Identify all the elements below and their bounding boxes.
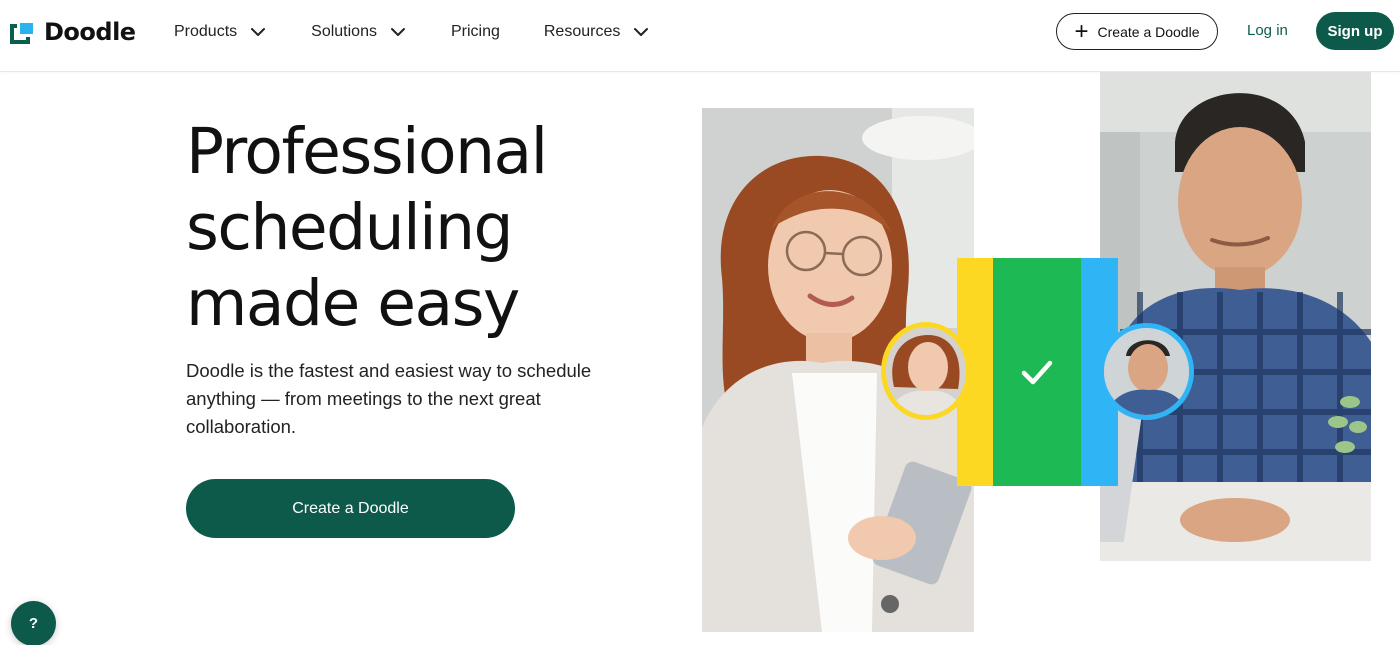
nav-solutions[interactable]: Solutions — [311, 23, 407, 41]
man-avatar — [1099, 323, 1194, 420]
nav-products-label: Products — [174, 23, 238, 40]
chevron-down-icon — [390, 28, 405, 36]
hero-headline: Professional scheduling made easy — [186, 114, 646, 342]
help-button[interactable]: ? — [11, 601, 56, 645]
login-link[interactable]: Log in — [1247, 22, 1288, 39]
logo-text: Doodle — [44, 18, 136, 46]
site-header: Doodle Products Solutions Pricing Resour… — [0, 0, 1400, 72]
chevron-down-icon — [634, 28, 649, 36]
headline-line-2: scheduling — [186, 191, 514, 264]
nav-products[interactable]: Products — [174, 23, 267, 41]
create-doodle-header-label: Create a Doodle — [1097, 23, 1200, 40]
hero-subtext: Doodle is the fastest and easiest way to… — [186, 360, 592, 437]
create-doodle-header-button[interactable]: + Create a Doodle — [1056, 13, 1218, 50]
plus-icon: + — [1074, 17, 1089, 45]
headline-line-1: Professional — [186, 115, 548, 188]
doodle-logo[interactable]: Doodle — [10, 18, 136, 46]
doodle-logo-icon — [10, 20, 36, 44]
man-photo — [1100, 72, 1371, 561]
headline-line-3: made easy — [186, 267, 520, 340]
green-bar — [993, 258, 1081, 486]
nav-pricing[interactable]: Pricing — [451, 23, 500, 41]
nav-resources-label: Resources — [543, 23, 621, 40]
signup-button[interactable]: Sign up — [1316, 12, 1394, 50]
nav-pricing-label: Pricing — [450, 23, 500, 40]
create-doodle-cta-button[interactable]: Create a Doodle — [186, 479, 515, 538]
main-nav: Products Solutions Pricing Resources — [174, 0, 694, 64]
chevron-down-icon — [251, 28, 266, 36]
woman-avatar — [881, 322, 971, 420]
nav-resources[interactable]: Resources — [544, 23, 650, 41]
check-icon — [1021, 360, 1053, 385]
nav-solutions-label: Solutions — [311, 23, 377, 40]
